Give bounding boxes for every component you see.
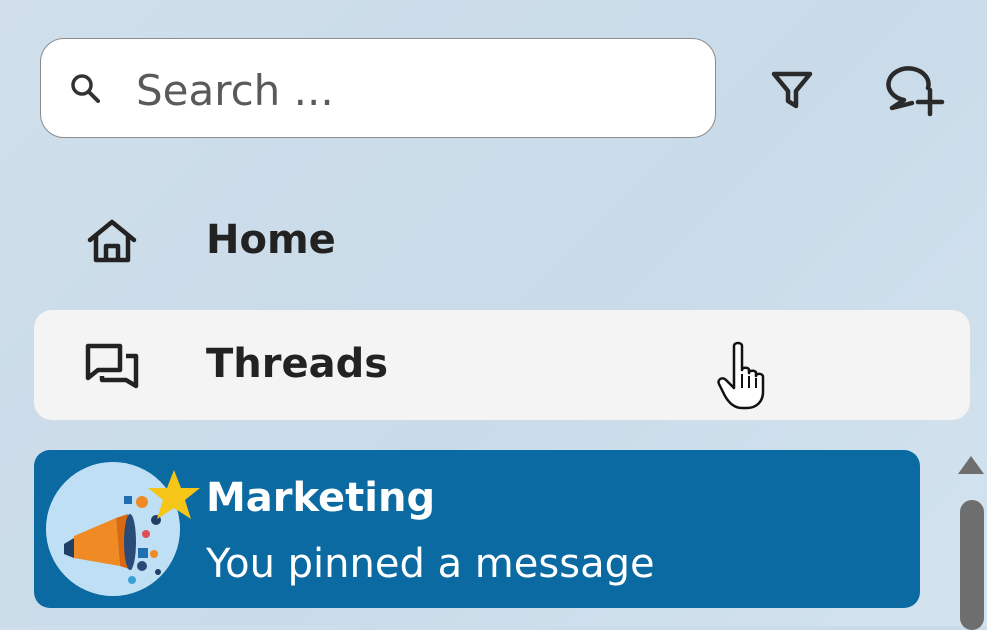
hand-pointer-cursor-icon [717,341,765,410]
filter-icon [771,71,813,109]
scrollbar-thumb[interactable] [960,500,984,630]
favorite-star-icon [148,470,200,519]
scroll-up-arrow-icon[interactable] [956,452,986,478]
search-icon [71,74,100,103]
nav-item-home-label: Home [206,217,336,263]
chat-item-marketing[interactable]: Marketing You pinned a message [34,450,920,608]
home-icon [87,219,137,263]
filter-button[interactable] [762,60,822,120]
nav-item-threads-label: Threads [206,341,389,387]
new-chat-icon [886,66,945,117]
chat-preview: You pinned a message [206,541,655,587]
nav-item-threads[interactable]: Threads [34,310,970,420]
new-chat-button[interactable] [880,58,952,122]
search-input[interactable] [136,58,696,122]
nav-item-home[interactable]: Home [34,186,970,296]
chat-sidebar: Home Threads [0,0,987,630]
chat-name: Marketing [206,475,436,521]
threads-icon [85,343,139,389]
